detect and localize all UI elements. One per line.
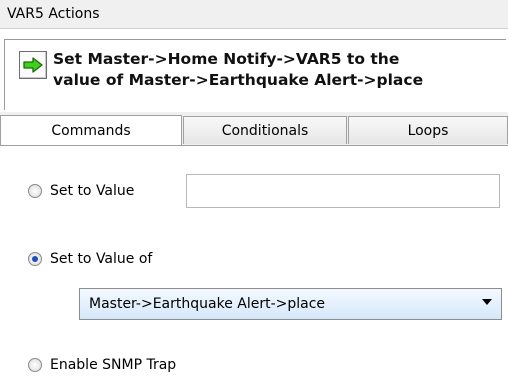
- tab-conditionals-label: Conditionals: [221, 122, 309, 139]
- green-right-arrow-icon: [23, 57, 43, 73]
- action-description-line2: value of Master->Earthquake Alert->place: [53, 71, 424, 89]
- tab-strip: Commands Conditionals Loops: [0, 112, 508, 146]
- value-source-selected: Master->Earthquake Alert->place: [89, 296, 326, 312]
- run-action-button[interactable]: [19, 51, 47, 79]
- tab-commands-label: Commands: [51, 122, 131, 139]
- tab-loops-label: Loops: [407, 122, 449, 139]
- action-description: Set Master->Home Notify->VAR5 to the val…: [53, 49, 503, 91]
- enable-snmp-trap-radio[interactable]: [28, 358, 42, 372]
- tab-loops[interactable]: Loops: [348, 116, 508, 144]
- set-to-value-option[interactable]: Set to Value: [28, 183, 134, 199]
- enable-snmp-trap-label: Enable SNMP Trap: [50, 357, 177, 373]
- tab-conditionals[interactable]: Conditionals: [183, 116, 347, 144]
- window-titlebar: VAR5 Actions: [0, 0, 508, 29]
- set-to-value-label: Set to Value: [50, 183, 135, 199]
- set-to-value-input[interactable]: [186, 174, 500, 208]
- set-to-value-of-label: Set to Value of: [50, 251, 153, 267]
- set-to-value-of-option[interactable]: Set to Value of: [28, 251, 152, 267]
- action-summary: Set Master->Home Notify->VAR5 to the val…: [4, 39, 506, 110]
- set-to-value-radio[interactable]: [28, 184, 42, 198]
- value-source-dropdown[interactable]: Master->Earthquake Alert->place: [79, 288, 502, 320]
- action-description-line1: Set Master->Home Notify->VAR5 to the: [53, 50, 400, 68]
- chevron-down-icon[interactable]: [482, 299, 492, 305]
- set-to-value-of-radio[interactable]: [28, 252, 42, 266]
- window-title: VAR5 Actions: [7, 6, 100, 22]
- enable-snmp-trap-option[interactable]: Enable SNMP Trap: [28, 357, 176, 373]
- tab-commands[interactable]: Commands: [0, 115, 182, 145]
